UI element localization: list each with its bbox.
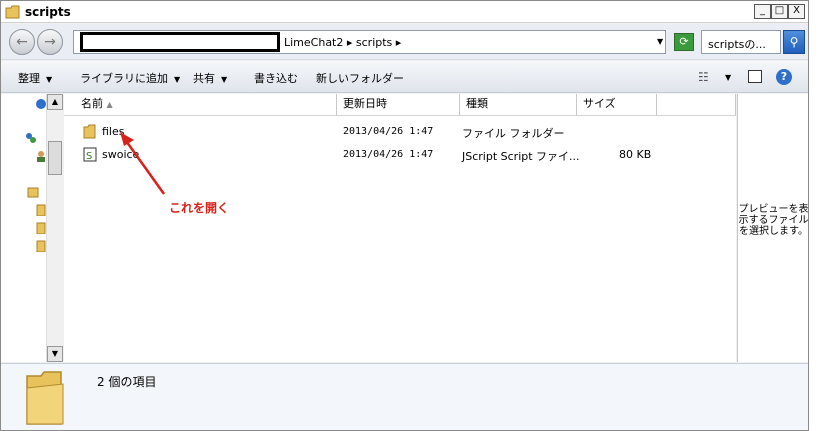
window-title: scripts <box>25 5 71 19</box>
address-dropdown-icon[interactable]: ▼ <box>657 37 663 46</box>
navigation-pane: ▲ ▼ <box>1 94 63 362</box>
file-size: 80 KB <box>619 148 652 161</box>
new-folder-button[interactable]: 新しいフォルダー <box>316 70 404 86</box>
folder-icon <box>5 5 20 19</box>
script-file-icon: S <box>83 147 97 162</box>
search-button[interactable]: ⚲ <box>783 30 805 54</box>
folder-icon <box>26 371 64 425</box>
search-icon: ⚲ <box>789 35 799 49</box>
file-list: 名前 ▲ 更新日時 種類 サイズ files 2013/04/26 1:47 フ… <box>64 94 736 362</box>
chevron-down-icon: ▼ <box>174 75 181 84</box>
search-input[interactable]: scriptsの... <box>701 30 781 54</box>
view-options-icon[interactable]: ☷ <box>698 70 709 84</box>
file-type: JScript Script ファイ... <box>462 150 580 163</box>
annotation-text: これを開く <box>169 201 230 215</box>
sort-ascending-icon: ▲ <box>106 100 113 109</box>
refresh-button[interactable]: ⟳ <box>674 33 694 51</box>
folder-icon <box>83 124 96 139</box>
title-bar[interactable]: scripts _ □ X <box>1 1 808 23</box>
chevron-down-icon: ▼ <box>46 75 53 84</box>
libraries-icon[interactable] <box>27 186 39 198</box>
file-date: 2013/04/26 1:47 <box>343 149 434 160</box>
forward-arrow-icon: → <box>44 34 56 50</box>
preview-pane: プレビューを表示するファイルを選択します。 <box>737 94 808 362</box>
item-count: 2 個の項目 <box>97 375 157 389</box>
breadcrumb[interactable]: LimeChat2 ▸ scripts ▸ <box>284 36 401 49</box>
file-date: 2013/04/26 1:47 <box>343 126 434 137</box>
help-icon[interactable]: ? <box>776 69 792 85</box>
red-arrow-annotation <box>120 132 166 195</box>
explorer-window: scripts _ □ X ← → LimeChat2 ▸ scripts ▸ … <box>0 0 809 431</box>
view-dropdown-icon[interactable]: ▼ <box>725 73 731 82</box>
scroll-up-icon[interactable]: ▲ <box>47 94 63 110</box>
file-type: ファイル フォルダー <box>462 127 565 140</box>
burn-button[interactable]: 書き込む <box>254 70 298 86</box>
include-in-library-menu[interactable]: ライブラリに追加 ▼ <box>80 70 180 86</box>
back-button[interactable]: ← <box>9 29 35 55</box>
column-header-size[interactable]: サイズ <box>577 94 657 116</box>
address-bar[interactable]: LimeChat2 ▸ scripts ▸ ▼ <box>73 30 666 54</box>
homegroup-icon[interactable] <box>25 132 37 144</box>
close-button[interactable]: X <box>788 4 805 19</box>
scroll-down-icon[interactable]: ▼ <box>47 346 63 362</box>
back-arrow-icon: ← <box>16 34 28 50</box>
share-menu[interactable]: 共有 ▼ <box>193 70 227 86</box>
organize-menu[interactable]: 整理 ▼ <box>18 70 52 86</box>
column-header-spacer <box>657 94 736 116</box>
preview-message: プレビューを表示するファイルを選択します。 <box>738 204 809 237</box>
nav-scrollbar[interactable]: ▲ ▼ <box>46 94 63 362</box>
maximize-button[interactable]: □ <box>771 4 788 19</box>
forward-button[interactable]: → <box>37 29 63 55</box>
refresh-icon: ⟳ <box>679 35 689 48</box>
address-row: ← → LimeChat2 ▸ scripts ▸ ▼ ⟳ scriptsの..… <box>1 24 808 60</box>
redacted-path-box <box>80 32 280 52</box>
details-pane: 2 個の項目 <box>1 363 808 430</box>
column-header-type[interactable]: 種類 <box>460 94 577 116</box>
command-bar: 整理 ▼ ライブラリに追加 ▼ 共有 ▼ 書き込む 新しいフォルダー ☷ ▼ ? <box>1 61 808 93</box>
column-header-name[interactable]: 名前 ▲ <box>64 94 337 116</box>
search-placeholder: scriptsの... <box>708 38 766 51</box>
svg-text:S: S <box>86 151 92 162</box>
column-header-date[interactable]: 更新日時 <box>337 94 460 116</box>
minimize-button[interactable]: _ <box>754 4 771 19</box>
scroll-thumb[interactable] <box>48 141 62 175</box>
preview-pane-toggle-icon[interactable] <box>748 70 762 83</box>
chevron-down-icon: ▼ <box>221 75 228 84</box>
